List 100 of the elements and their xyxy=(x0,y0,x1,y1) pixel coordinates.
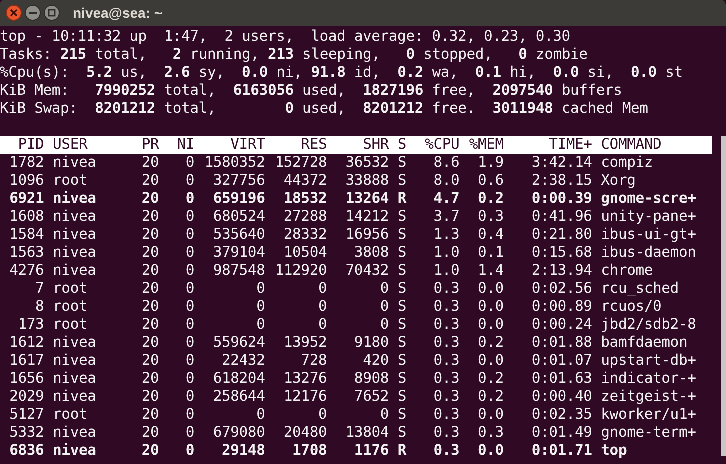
close-icon xyxy=(10,9,18,17)
table-cell-text: 0.3 xyxy=(432,388,460,406)
table-cell-text: 679080 xyxy=(212,424,266,442)
table-cell-text: 0:01.71 xyxy=(530,442,592,460)
table-cell-text: 0 xyxy=(184,172,194,190)
table-cell-text: 0:00.89 xyxy=(530,298,592,316)
table-cell: S xyxy=(398,244,407,262)
minimize-icon xyxy=(29,12,37,14)
table-cell-text: 0 xyxy=(184,442,194,460)
table-cell-text: 0.3 xyxy=(476,424,504,442)
table-cell: R xyxy=(398,190,407,208)
table-cell-text: 2:38.15 xyxy=(530,172,592,190)
table-cell-text: 0.3 xyxy=(432,316,460,334)
table-cell: R xyxy=(398,442,407,460)
table-cell-text: 2029 xyxy=(8,388,44,406)
table-cell-text: 1782 xyxy=(8,154,44,172)
table-cell-text: 0.3 xyxy=(432,334,460,352)
table-cell-text: 0.0 xyxy=(476,316,504,334)
table-cell-text: nivea xyxy=(53,190,98,208)
table-cell-text: 0 xyxy=(317,280,328,298)
minimize-button[interactable] xyxy=(25,5,41,21)
table-cell-text: 5332 xyxy=(8,424,44,442)
table-cell-text: 20 xyxy=(140,262,160,280)
table-cell-text: 0.3 xyxy=(432,280,460,298)
table-cell: S xyxy=(398,388,407,406)
window-title: nivea@sea: ~ xyxy=(73,4,163,22)
table-cell-text: 27288 xyxy=(282,208,328,226)
table-cell-text: 0 xyxy=(317,316,328,334)
table-cell-text: 0.3 xyxy=(432,442,460,460)
table-cell-text: 0.3 xyxy=(432,370,460,388)
maximize-button[interactable] xyxy=(44,5,60,21)
table-cell-text: 20 xyxy=(140,370,160,388)
table-cell-text: 3.7 xyxy=(432,208,460,226)
column-header: VIRT xyxy=(230,136,266,154)
table-cell-text: 7 xyxy=(34,280,44,298)
table-cell-text: 0 xyxy=(379,298,389,316)
table-cell: bamfdaemon xyxy=(601,334,688,352)
table-cell-text: 20 xyxy=(140,172,160,190)
table-cell-text: 6836 xyxy=(8,442,44,460)
table-cell-text: 0 xyxy=(184,424,194,442)
table-cell-text: 16956 xyxy=(344,226,389,244)
table-cell-text: nivea xyxy=(53,442,98,460)
column-header: S xyxy=(398,136,407,154)
table-cell-text: 0 xyxy=(379,316,389,334)
table-cell-text: 1656 xyxy=(8,370,44,388)
table-cell-text: 0 xyxy=(184,388,194,406)
table-cell-text: 0:00.24 xyxy=(530,316,592,334)
column-header: SHR xyxy=(362,136,389,154)
table-cell-text: 5127 xyxy=(8,406,44,424)
column-header: TIME+ xyxy=(548,136,592,154)
table-cell-text: 0 xyxy=(317,406,328,424)
table-cell-text: 8908 xyxy=(353,370,389,388)
column-header: NI xyxy=(176,136,194,154)
table-cell-text: 1.0 xyxy=(432,244,460,262)
table-cell-text: 20 xyxy=(140,334,160,352)
table-cell-text: 0.0 xyxy=(476,280,504,298)
table-cell-text: 20 xyxy=(140,226,160,244)
table-cell-text: 20 xyxy=(140,280,160,298)
table-cell-text: 0 xyxy=(184,190,194,208)
table-cell-text: 0.3 xyxy=(476,208,504,226)
table-cell-text: 0.0 xyxy=(476,352,504,370)
table-cell-text: 0 xyxy=(184,154,194,172)
table-cell-text: 8.6 xyxy=(432,154,460,172)
table-cell-text: nivea xyxy=(53,388,98,406)
table-cell-text: 173 xyxy=(17,316,44,334)
summary-line: %Cpu(s): 5.2 us, 2.6 sy, 0.0 ni, 91.8 id, 0.2 wa, 0.1 hi, 0.0 si, 0.0 st xyxy=(0,64,684,82)
table-cell: top xyxy=(601,442,628,460)
table-cell-text: 0.2 xyxy=(476,190,504,208)
table-cell-text: 0 xyxy=(317,298,328,316)
table-cell-text: 4276 xyxy=(8,262,44,280)
table-cell: S xyxy=(398,352,407,370)
table-cell: zeitgeist-+ xyxy=(601,388,696,406)
table-cell-text: 1617 xyxy=(8,352,44,370)
table-cell: gnome-scre+ xyxy=(601,190,696,208)
scrollbar[interactable] xyxy=(721,136,726,456)
table-cell-text: nivea xyxy=(53,424,98,442)
table-cell-text: 987548 xyxy=(212,262,266,280)
table-cell-text: 0.3 xyxy=(432,352,460,370)
table-cell-text: 618204 xyxy=(212,370,266,388)
table-cell-text: 1608 xyxy=(8,208,44,226)
column-header: %MEM xyxy=(468,136,504,154)
table-cell-text: 10504 xyxy=(282,244,328,262)
table-cell-text: 20 xyxy=(140,154,160,172)
table-cell: S xyxy=(398,208,407,226)
table-cell-text: 0:01.88 xyxy=(530,334,592,352)
summary-line: top - 10:11:32 up 1:47, 2 users, load average: 0.32, 0.23, 0.30 xyxy=(0,28,572,46)
column-header: PR xyxy=(140,136,160,154)
table-cell-text: root xyxy=(53,406,89,424)
table-cell-text: 0.2 xyxy=(476,388,504,406)
table-cell-text: 0:21.80 xyxy=(530,226,592,244)
table-cell-text: 0.1 xyxy=(476,244,504,262)
table-cell-text: 1708 xyxy=(292,442,328,460)
table-cell: S xyxy=(398,262,407,280)
table-cell-text: 0.3 xyxy=(432,298,460,316)
table-cell-text: 0:01.49 xyxy=(530,424,592,442)
close-button[interactable] xyxy=(6,5,22,21)
table-cell-text: 20 xyxy=(140,406,160,424)
table-cell-text: 1.3 xyxy=(432,226,460,244)
table-cell-text: 0 xyxy=(184,352,194,370)
table-cell-text: 327756 xyxy=(212,172,266,190)
